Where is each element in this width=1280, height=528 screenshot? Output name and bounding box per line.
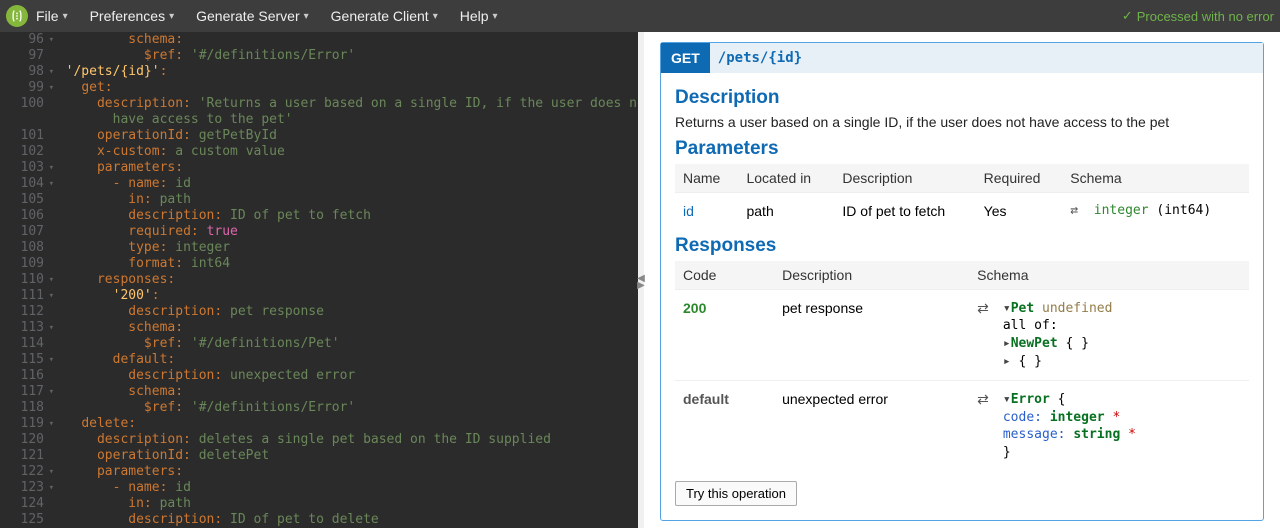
check-icon: ✓ — [1122, 8, 1133, 24]
response-code: default — [675, 381, 774, 472]
caret-down-icon: ▾ — [304, 11, 309, 22]
menu-generate-client[interactable]: Generate Client▾ — [331, 8, 438, 24]
param-name: id — [675, 192, 738, 229]
menu-file[interactable]: File▾ — [36, 8, 68, 24]
caret-down-icon: ▾ — [433, 11, 438, 22]
menu-generate-server[interactable]: Generate Server▾ — [196, 8, 309, 24]
parameters-table: NameLocated inDescriptionRequiredSchema … — [675, 164, 1249, 229]
status-message: ✓ Processed with no error — [1122, 8, 1274, 24]
swap-icon[interactable]: ⇄ — [977, 300, 989, 317]
operation-header[interactable]: GET /pets/{id} — [661, 43, 1263, 73]
response-row: defaultunexpected error⇄▾Error { code: i… — [675, 381, 1249, 472]
response-code: 200 — [675, 289, 774, 380]
responses-table: CodeDescriptionSchema 200pet response⇄▾P… — [675, 261, 1249, 471]
responses-heading: Responses — [675, 235, 1249, 257]
caret-down-icon: ▾ — [63, 11, 68, 22]
caret-down-icon: ▾ — [493, 11, 498, 22]
menubar: File▾ Preferences▾ Generate Server▾ Generat… — [0, 0, 1280, 32]
preview-panel: GET /pets/{id} Description Returns a use… — [644, 32, 1280, 528]
description-text: Returns a user based on a single ID, if … — [675, 113, 1249, 132]
code-editor[interactable]: 96▾9798▾99▾100101102103▾104▾105106107108… — [0, 32, 638, 528]
grip-icon: ◀▶ — [636, 273, 647, 287]
caret-down-icon: ▾ — [169, 11, 174, 22]
swap-icon[interactable]: ⇄ — [1070, 203, 1078, 218]
menu-preferences[interactable]: Preferences▾ — [90, 8, 175, 24]
menu-help[interactable]: Help▾ — [460, 8, 498, 24]
http-method-badge: GET — [661, 43, 710, 73]
try-operation-button[interactable]: Try this operation — [675, 481, 797, 506]
endpoint-path: /pets/{id} — [710, 50, 802, 66]
description-heading: Description — [675, 87, 1249, 109]
operation-card: GET /pets/{id} Description Returns a use… — [660, 42, 1264, 521]
parameters-heading: Parameters — [675, 138, 1249, 160]
param-row: idpathID of pet to fetchYes⇄ integer (in… — [675, 192, 1249, 229]
schema-block[interactable]: ▾Pet undefined all of: ▸NewPet { } ▸ { } — [1003, 300, 1113, 370]
swap-icon[interactable]: ⇄ — [977, 391, 989, 408]
logo-icon — [6, 5, 28, 27]
response-row: 200pet response⇄▾Pet undefined all of: ▸… — [675, 289, 1249, 380]
pane-divider[interactable]: ◀▶ — [638, 32, 644, 528]
schema-block[interactable]: ▾Error { code: integer * message: string… — [1003, 391, 1136, 461]
